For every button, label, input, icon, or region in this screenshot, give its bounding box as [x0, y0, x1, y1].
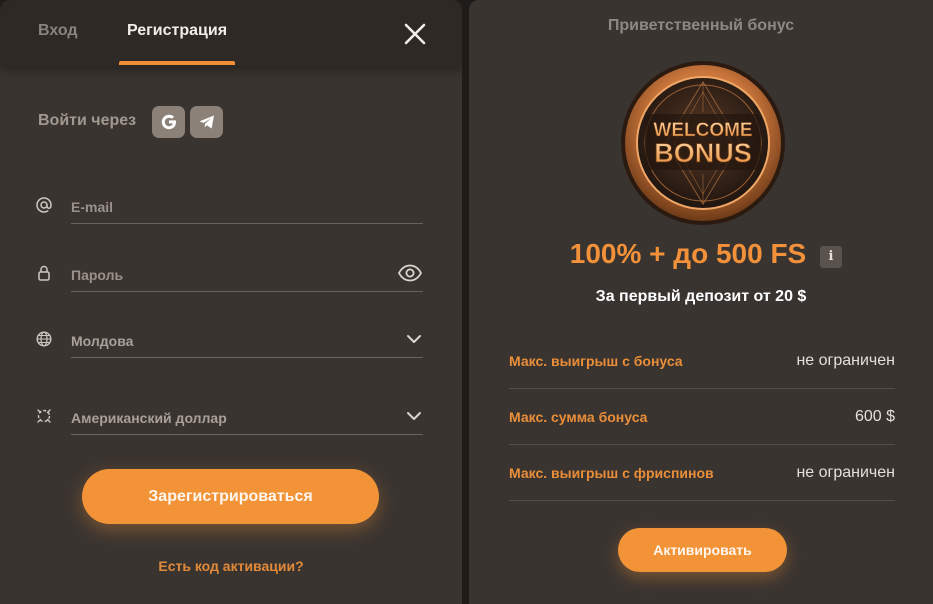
bonus-detail-label: Макс. выигрыш с бонуса [509, 353, 683, 369]
bonus-detail-label: Макс. сумма бонуса [509, 409, 648, 425]
social-login-label: Войти через [38, 112, 137, 129]
bonus-amount: 100% + до 500 FS [569, 238, 807, 269]
close-button[interactable] [401, 20, 429, 48]
email-field-row [35, 184, 425, 224]
password-input[interactable] [71, 252, 423, 292]
lock-icon [38, 265, 50, 281]
registration-panel: Вход Регистрация Войти через E-mail Молд… [0, 0, 462, 604]
country-field-row: Молдова [35, 318, 425, 358]
bonus-subtitle: За первый депозит от 20 $ [595, 288, 807, 305]
info-icon[interactable]: i [820, 246, 842, 268]
globe-icon [36, 331, 52, 347]
bonus-detail-value: 600 $ [854, 408, 895, 425]
activate-bonus-button[interactable]: Активировать [618, 528, 787, 572]
password-field-row [35, 252, 425, 292]
country-value: Молдова [71, 333, 134, 349]
google-icon [161, 114, 176, 130]
bonus-detail-value: не ограничен [796, 464, 895, 481]
at-sign-icon [36, 197, 52, 213]
currency-value: Американский доллар [71, 410, 227, 426]
register-button[interactable]: Зарегистрироваться [82, 469, 379, 524]
auth-tabs: Вход Регистрация [0, 0, 462, 66]
currency-select[interactable]: Американский доллар [71, 395, 423, 435]
telegram-login-button[interactable] [190, 106, 223, 138]
tab-login[interactable]: Вход [38, 0, 78, 66]
activation-code-link[interactable]: Есть код активации? [0, 558, 462, 574]
close-icon [404, 23, 426, 45]
country-select[interactable]: Молдова [71, 318, 423, 358]
chevron-down-icon[interactable] [405, 330, 423, 348]
coin-text-bonus: BONUS [654, 138, 752, 168]
currency-field-row: Американский доллар [35, 395, 425, 435]
telegram-icon [199, 115, 214, 129]
currency-icon [37, 409, 51, 423]
bonus-detail-row: Макс. сумма бонуса 600 $ [509, 389, 895, 445]
tab-register[interactable]: Регистрация [119, 0, 235, 66]
eye-icon[interactable] [397, 264, 423, 282]
bonus-detail-row: Макс. выигрыш с фриспинов не ограничен [509, 445, 895, 501]
bonus-detail-value: не ограничен [796, 352, 895, 369]
coin-icon: WELCOME BONUS [621, 61, 785, 225]
welcome-bonus-panel: Приветственный бонус WELCOME BONUS 100% … [469, 0, 933, 604]
email-input[interactable] [71, 184, 423, 224]
bonus-detail-row: Макс. выигрыш с бонуса не ограничен [509, 333, 895, 389]
bonus-amount-row: 100% + до 500 FS [469, 238, 933, 270]
google-login-button[interactable] [152, 106, 185, 138]
bonus-detail-label: Макс. выигрыш с фриспинов [509, 465, 714, 481]
bonus-title: Приветственный бонус [607, 17, 795, 34]
active-tab-indicator [119, 61, 235, 65]
chevron-down-icon[interactable] [405, 407, 423, 425]
welcome-bonus-coin: WELCOME BONUS [620, 60, 786, 226]
